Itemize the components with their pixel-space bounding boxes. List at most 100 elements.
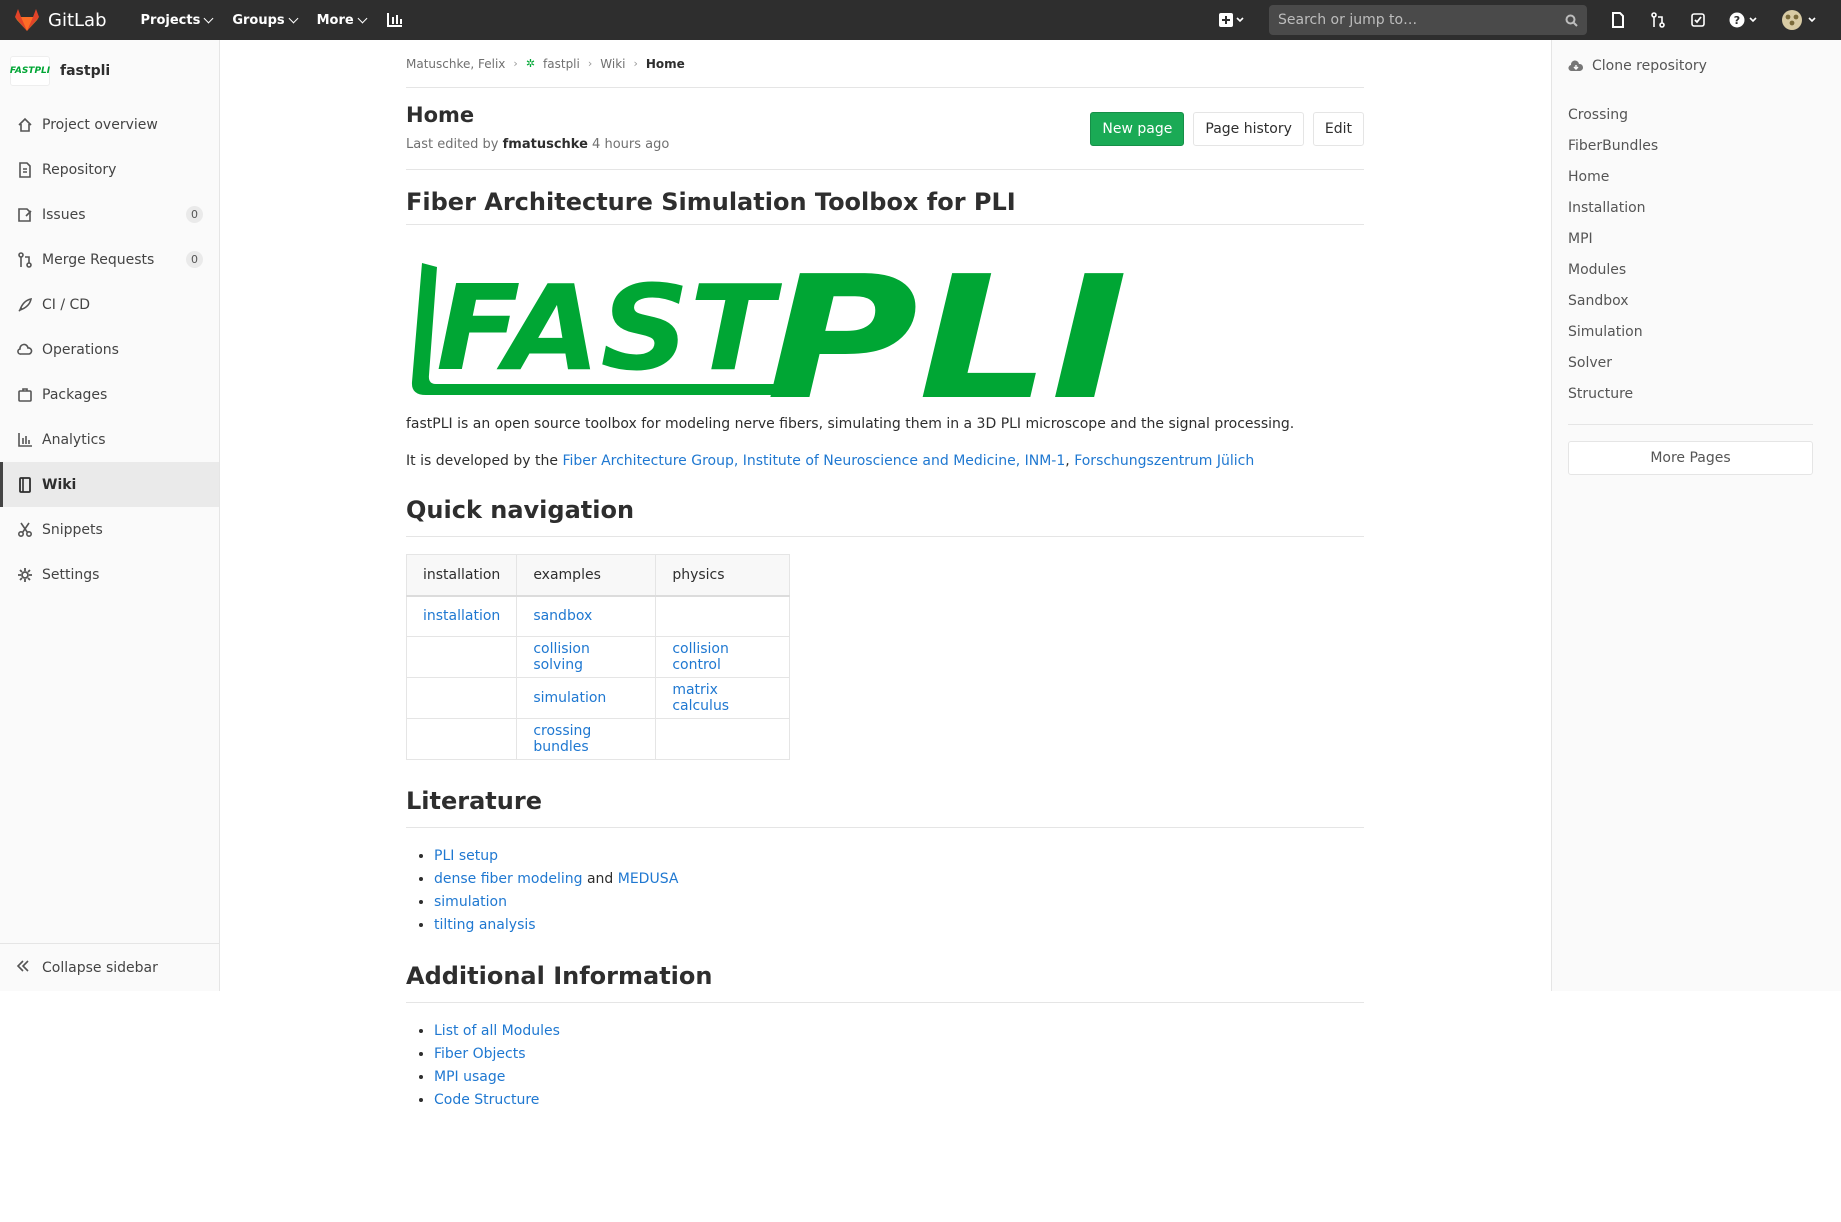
code-structure-link[interactable]: Code Structure: [434, 1092, 539, 1108]
chevron-down-icon: [288, 13, 299, 23]
breadcrumb-current[interactable]: Home: [646, 57, 685, 71]
logo-text-fast: FAST: [436, 259, 783, 397]
merge-requests-shortcut-icon[interactable]: [1649, 11, 1667, 29]
sidebar-item-packages[interactable]: Packages: [0, 372, 219, 417]
fiber-objects-link[interactable]: Fiber Objects: [434, 1046, 526, 1062]
collision-solving-link[interactable]: collision solving: [533, 641, 590, 673]
todos-shortcut-icon[interactable]: [1689, 11, 1707, 29]
gitlab-logo-icon: [15, 9, 39, 31]
rocket-icon: [16, 296, 34, 314]
help-dropdown[interactable]: ?: [1729, 11, 1759, 29]
installation-link[interactable]: installation: [423, 608, 500, 624]
sidebar-item-label: Packages: [42, 386, 108, 403]
pli-setup-link[interactable]: PLI setup: [434, 848, 498, 864]
more-dropdown[interactable]: More: [317, 13, 368, 28]
wiki-pages-list: Crossing FiberBundles Home Installation …: [1568, 100, 1825, 410]
sidebar-item-merge-requests[interactable]: Merge Requests 0: [0, 237, 219, 282]
table-row: simulation matrix calculus: [405, 677, 791, 719]
sidebar-item-label: Issues: [42, 206, 86, 223]
groups-dropdown[interactable]: Groups: [232, 13, 299, 28]
edit-button[interactable]: Edit: [1312, 112, 1364, 146]
activity-chart-icon[interactable]: [386, 11, 404, 29]
sidebar-item-operations[interactable]: Operations: [0, 327, 219, 372]
sidebar-item-issues[interactable]: Issues 0: [0, 192, 219, 237]
literature-list: PLI setup dense fiber modeling and MEDUS…: [406, 845, 1364, 937]
developer-paragraph: It is developed by the Fiber Architectur…: [406, 451, 1364, 471]
simulation-link[interactable]: simulation: [533, 690, 606, 706]
wiki-page-link-fiberbundles[interactable]: FiberBundles: [1568, 131, 1825, 162]
page-history-button[interactable]: Page history: [1193, 112, 1304, 146]
sidebar-item-analytics[interactable]: Analytics: [0, 417, 219, 462]
project-header[interactable]: FASTPLI fastpli: [0, 40, 219, 102]
wiki-page-link-modules[interactable]: Modules: [1568, 255, 1825, 286]
sidebar-item-ci-cd[interactable]: CI / CD: [0, 282, 219, 327]
sandbox-link[interactable]: sandbox: [533, 608, 592, 624]
home-icon: [16, 116, 34, 134]
forschungszentrum-link[interactable]: Forschungszentrum Jülich: [1074, 453, 1254, 469]
table-row: collision solving collision control: [405, 636, 791, 678]
user-avatar-dropdown[interactable]: [1781, 10, 1819, 30]
list-item: MPI usage: [434, 1066, 1364, 1089]
new-item-dropdown[interactable]: [1217, 11, 1247, 29]
additional-information-heading: Additional Information: [406, 962, 1364, 1003]
collision-control-link[interactable]: collision control: [672, 641, 729, 673]
sidebar-item-snippets[interactable]: Snippets: [0, 507, 219, 552]
collapse-sidebar-button[interactable]: Collapse sidebar: [0, 943, 219, 991]
wiki-page-link-simulation[interactable]: Simulation: [1568, 317, 1825, 348]
list-item: dense fiber modeling and MEDUSA: [434, 868, 1364, 891]
clone-repository-label: Clone repository: [1592, 58, 1707, 74]
breadcrumb-project[interactable]: fastpli: [543, 57, 580, 71]
fiber-architecture-group-link[interactable]: Fiber Architecture Group, Institute of N…: [562, 453, 1065, 469]
mpi-usage-link[interactable]: MPI usage: [434, 1069, 505, 1085]
more-pages-button[interactable]: More Pages: [1568, 441, 1813, 475]
table-cell: [405, 636, 518, 678]
sidebar-item-settings[interactable]: Settings: [0, 552, 219, 597]
table-cell: crossing bundles: [516, 718, 657, 760]
table-cell: simulation: [516, 677, 657, 719]
breadcrumb-separator: ›: [587, 57, 593, 70]
last-edited-user[interactable]: fmatuschke: [503, 137, 588, 152]
breadcrumb-owner[interactable]: Matuschke, Felix: [406, 57, 505, 71]
table-cell: matrix calculus: [655, 677, 791, 719]
list-item: tilting analysis: [434, 914, 1364, 937]
divider: [1568, 424, 1813, 425]
package-icon: [16, 386, 34, 404]
wiki-page-link-installation[interactable]: Installation: [1568, 193, 1825, 224]
dense-fiber-modeling-link[interactable]: dense fiber modeling: [434, 871, 583, 887]
search-input[interactable]: Search or jump to…: [1269, 5, 1587, 35]
gitlab-home-link[interactable]: GitLab: [14, 8, 107, 32]
table-header-row: installation examples physics: [405, 554, 791, 597]
last-edited-prefix: Last edited by: [406, 137, 499, 152]
breadcrumb-wiki[interactable]: Wiki: [600, 57, 625, 71]
table-cell: [405, 718, 518, 760]
wiki-page-link-structure[interactable]: Structure: [1568, 379, 1825, 410]
crossing-bundles-link[interactable]: crossing bundles: [533, 723, 591, 755]
wiki-page-link-sandbox[interactable]: Sandbox: [1568, 286, 1825, 317]
table-row: crossing bundles: [405, 718, 791, 760]
wiki-page-link-home[interactable]: Home: [1568, 162, 1825, 193]
sidebar-item-repository[interactable]: Repository: [0, 147, 219, 192]
cloud-icon: [16, 341, 34, 359]
tilting-analysis-link[interactable]: tilting analysis: [434, 917, 536, 933]
list-of-modules-link[interactable]: List of all Modules: [434, 1023, 560, 1039]
new-page-button[interactable]: New page: [1090, 112, 1185, 146]
matrix-calculus-link[interactable]: matrix calculus: [672, 682, 729, 714]
clone-repository-link[interactable]: Clone repository: [1568, 58, 1825, 74]
sidebar-item-wiki[interactable]: Wiki: [0, 462, 219, 507]
sidebar-item-project-overview[interactable]: Project overview: [0, 102, 219, 147]
medusa-link[interactable]: MEDUSA: [618, 871, 679, 887]
sidebar-item-label: Settings: [42, 566, 100, 583]
issues-shortcut-icon[interactable]: [1609, 11, 1627, 29]
sidebar-item-label: Operations: [42, 341, 119, 358]
merge-requests-count-badge: 0: [186, 251, 203, 268]
wiki-page-link-solver[interactable]: Solver: [1568, 348, 1825, 379]
double-chevron-left-icon: [16, 959, 34, 977]
wiki-page-link-crossing[interactable]: Crossing: [1568, 100, 1825, 131]
sidebar-item-label: CI / CD: [42, 296, 91, 313]
sidebar-item-label: Project overview: [42, 116, 158, 133]
projects-dropdown[interactable]: Projects: [141, 13, 214, 28]
wiki-heading-title: Fiber Architecture Simulation Toolbox fo…: [406, 188, 1364, 225]
breadcrumb-separator: ›: [513, 57, 518, 70]
wiki-page-link-mpi[interactable]: MPI: [1568, 224, 1825, 255]
simulation-paper-link[interactable]: simulation: [434, 894, 507, 910]
